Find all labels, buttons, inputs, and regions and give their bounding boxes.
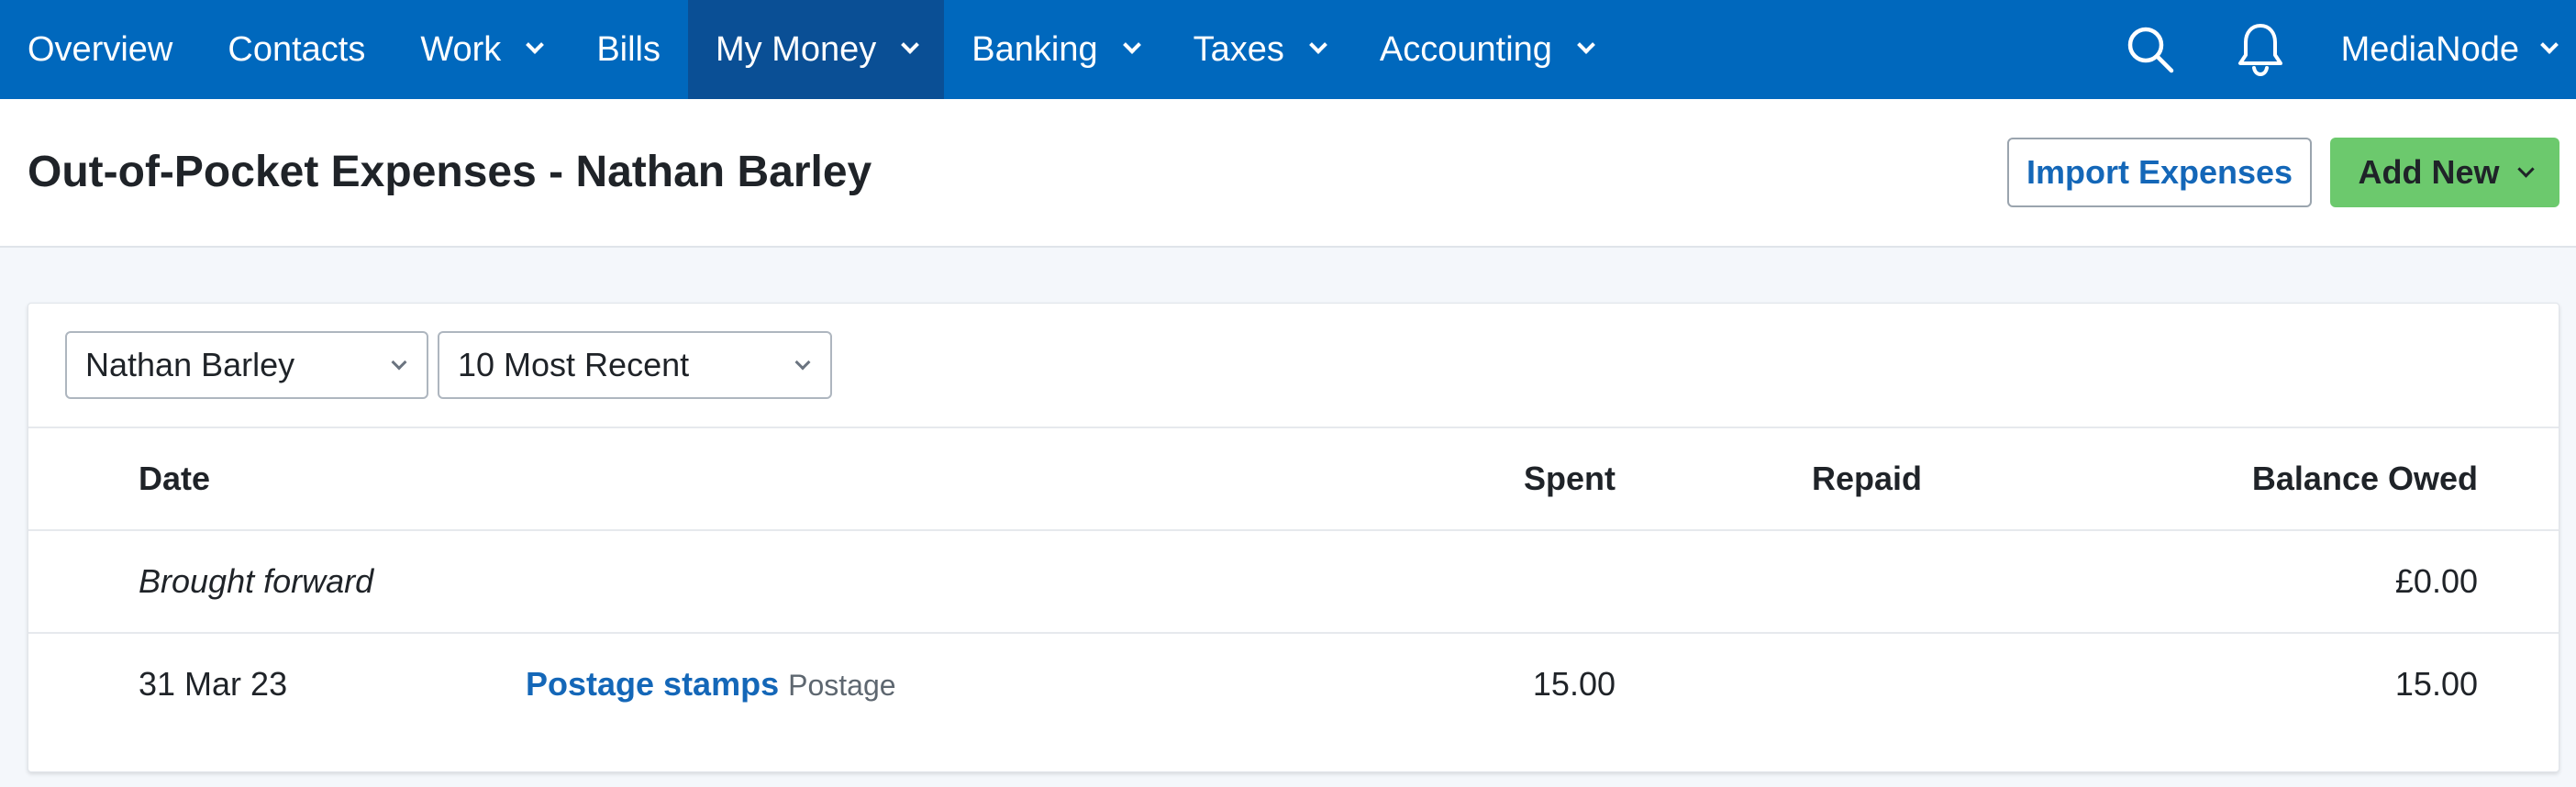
nav-item-banking[interactable]: Banking xyxy=(944,0,1165,99)
user-menu[interactable]: MediaNode xyxy=(2315,30,2576,70)
chevron-down-icon xyxy=(2516,160,2535,178)
divider xyxy=(28,427,2559,428)
nav-item-label: Work xyxy=(420,29,502,69)
nav-item-label: Bills xyxy=(596,29,661,69)
page-title: Out-of-Pocket Expenses - Nathan Barley xyxy=(28,148,872,196)
page-header: Out-of-Pocket Expenses - Nathan Barley I… xyxy=(0,99,2576,248)
chevron-down-icon xyxy=(901,36,920,54)
nav-item-label: Contacts xyxy=(228,29,366,69)
top-navigation: Overview Contacts Work Bills My Money Ba… xyxy=(0,0,2576,99)
row-balance: 15.00 xyxy=(2394,665,2478,703)
row-description-cell: Postage stamps Postage xyxy=(526,665,896,704)
nav-utilities: MediaNode xyxy=(2095,0,2576,99)
main-menu: Overview Contacts Work Bills My Money Ba… xyxy=(0,0,1620,99)
row-date: 31 Mar 23 xyxy=(139,665,288,703)
nav-item-label: Banking xyxy=(972,29,1098,69)
user-select-value: Nathan Barley xyxy=(85,346,295,383)
chevron-down-icon xyxy=(794,354,811,371)
nav-item-accounting[interactable]: Accounting xyxy=(1352,0,1620,99)
range-select-value: 10 Most Recent xyxy=(458,346,690,383)
chevron-down-icon xyxy=(391,354,407,371)
nav-item-label: Accounting xyxy=(1379,29,1552,69)
brought-forward-label: Brought forward xyxy=(139,562,374,600)
range-select[interactable]: 10 Most Recent xyxy=(438,331,832,399)
nav-item-label: My Money xyxy=(716,29,877,69)
chevron-down-icon xyxy=(526,36,545,54)
column-header-date: Date xyxy=(139,460,211,497)
add-new-button[interactable]: Add New xyxy=(2330,138,2559,207)
nav-item-contacts[interactable]: Contacts xyxy=(200,0,393,99)
add-new-label: Add New xyxy=(2358,153,2500,191)
nav-item-label: Overview xyxy=(28,29,173,69)
nav-item-work[interactable]: Work xyxy=(393,0,569,99)
search-icon xyxy=(2127,27,2173,73)
chevron-down-icon xyxy=(1122,36,1141,54)
column-header-repaid: Repaid xyxy=(1811,460,1922,497)
column-header-spent: Spent xyxy=(1523,460,1616,497)
divider xyxy=(28,529,2559,531)
expense-category: Postage xyxy=(788,669,896,702)
chevron-down-icon xyxy=(2540,36,2559,54)
chevron-down-icon xyxy=(1308,36,1327,54)
divider xyxy=(28,632,2559,634)
user-name: MediaNode xyxy=(2340,29,2519,69)
expense-description-link[interactable]: Postage stamps xyxy=(526,665,779,703)
row-spent: 15.00 xyxy=(1532,665,1616,703)
expenses-card: Nathan Barley 10 Most Recent Date Spent … xyxy=(28,303,2559,772)
nav-item-overview[interactable]: Overview xyxy=(0,0,200,99)
bell-icon xyxy=(2237,24,2282,77)
notifications-button[interactable] xyxy=(2205,0,2315,99)
search-button[interactable] xyxy=(2095,0,2205,99)
chevron-down-icon xyxy=(1577,36,1595,54)
import-expenses-button[interactable]: Import Expenses xyxy=(2007,138,2312,207)
nav-item-bills[interactable]: Bills xyxy=(569,0,688,99)
user-select[interactable]: Nathan Barley xyxy=(65,331,428,399)
column-header-balance-owed: Balance Owed xyxy=(2251,460,2478,497)
nav-item-label: Taxes xyxy=(1193,29,1284,69)
nav-item-my-money[interactable]: My Money xyxy=(688,0,945,99)
brought-forward-balance: £0.00 xyxy=(2394,562,2478,600)
nav-item-taxes[interactable]: Taxes xyxy=(1166,0,1352,99)
